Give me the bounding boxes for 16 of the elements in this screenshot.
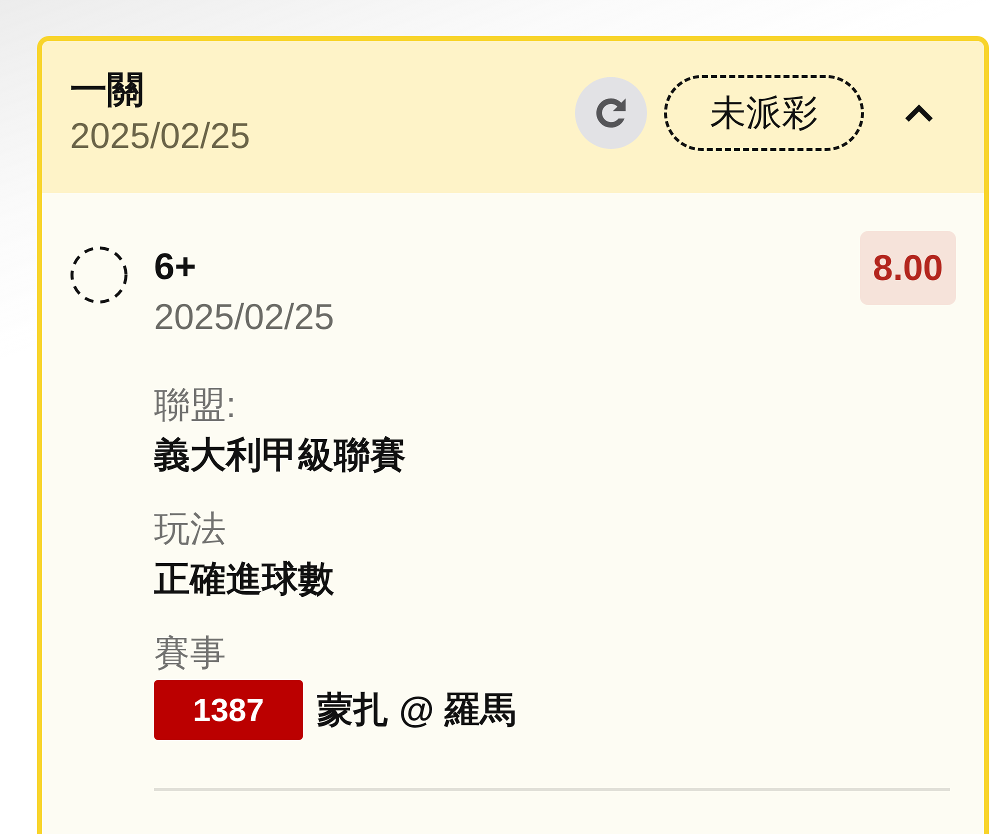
- bet-date: 2025/02/25: [70, 114, 250, 158]
- match-date: 2025/02/25: [154, 295, 334, 339]
- bet-type-title: 一關: [70, 68, 145, 112]
- match-teams: 蒙扎 @ 羅馬: [317, 688, 516, 732]
- selection-text: 6+: [154, 245, 198, 289]
- field-value: 正確進球數: [154, 557, 335, 601]
- odds-badge: 8.00: [860, 231, 956, 305]
- status-badge: 未派彩: [664, 75, 864, 151]
- field-label: 賽事: [154, 631, 227, 675]
- field-label: 玩法: [154, 507, 227, 551]
- match-number-badge: 1387: [154, 680, 303, 740]
- field-value: 義大利甲級聯賽: [154, 433, 407, 477]
- field-label: 聯盟:: [154, 383, 238, 427]
- collapse-button[interactable]: [904, 104, 934, 122]
- dashed-circle-icon: [70, 246, 128, 304]
- chevron-up-icon: [904, 104, 934, 122]
